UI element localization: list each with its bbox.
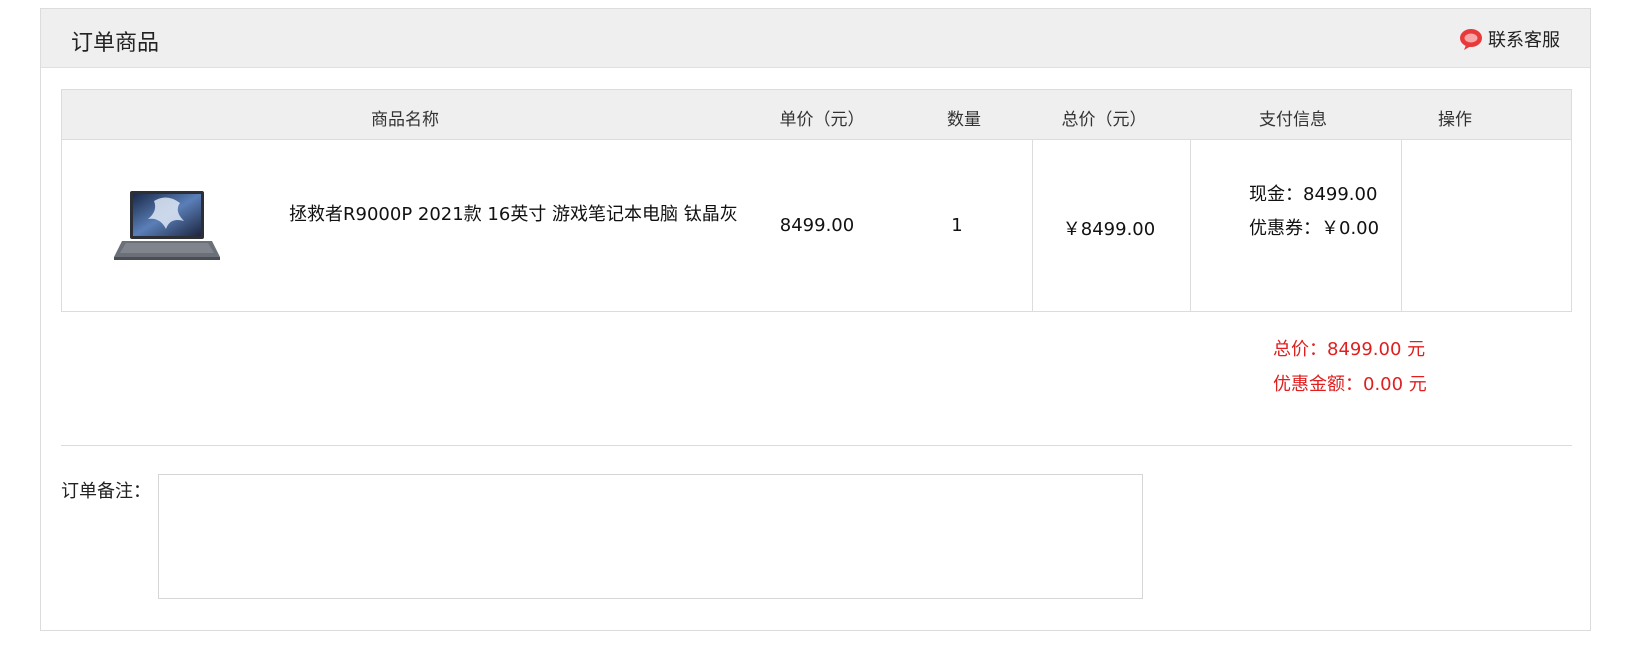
contact-service-label: 联系客服 (1488, 30, 1560, 51)
col-product-name: 商品名称 (371, 110, 439, 130)
table-row: 拯救者R9000P 2021款 16英寸 游戏笔记本电脑 钛晶灰 8499.00… (62, 139, 1571, 311)
row-total-value: ￥8499.00 (1062, 219, 1156, 240)
table-header: 商品名称 单价（元） 数量 总价（元） 支付信息 操作 (62, 90, 1571, 140)
contact-service-link[interactable]: 联系客服 (1458, 26, 1560, 52)
order-note-label: 订单备注： (61, 481, 151, 502)
panel-title: 订单商品 (71, 31, 160, 56)
unit-price-value: 8499.00 (779, 215, 855, 236)
cell-divider (1032, 139, 1033, 311)
order-products-panel: 订单商品 联系客服 商品名称 单价（元） 数量 总价（元） 支付信息 操作 拯救… (40, 8, 1591, 631)
chat-bubble-icon (1458, 27, 1484, 51)
col-unit-price: 单价（元） (779, 110, 865, 130)
product-thumbnail[interactable] (114, 189, 220, 267)
discount-amount: 优惠金额：0.00 元 (1273, 374, 1427, 395)
coupon-payment: 优惠券：￥0.00 (1249, 218, 1380, 239)
col-total: 总价（元） (1061, 110, 1147, 130)
col-payment-info: 支付信息 (1259, 110, 1327, 130)
panel-header: 订单商品 联系客服 (41, 9, 1590, 68)
quantity-value: 1 (951, 215, 963, 236)
col-quantity: 数量 (947, 110, 981, 130)
order-note-input[interactable] (158, 474, 1143, 599)
cell-divider (1190, 139, 1191, 311)
cell-divider (1401, 139, 1402, 311)
cash-payment: 现金：8499.00 (1249, 184, 1378, 205)
section-divider (61, 445, 1572, 446)
col-actions: 操作 (1438, 110, 1472, 130)
product-name-link[interactable]: 拯救者R9000P 2021款 16英寸 游戏笔记本电脑 钛晶灰 (289, 201, 759, 228)
order-table: 商品名称 单价（元） 数量 总价（元） 支付信息 操作 拯救者R9000P 20… (61, 89, 1572, 312)
order-total: 总价：8499.00 元 (1273, 339, 1426, 360)
